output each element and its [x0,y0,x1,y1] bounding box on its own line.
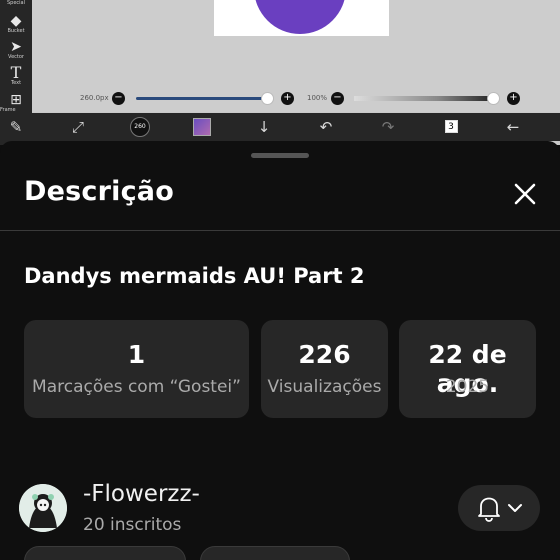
date-stat-card: 22 de ago. 2025 [399,320,536,418]
tool-vector-label: Vector [8,54,24,60]
brush-size-increase-button[interactable]: + [281,92,294,105]
redo-icon[interactable]: ↷ [378,117,398,137]
slider-bar: 260.0px − + 100% − + [32,88,560,110]
opacity-increase-button[interactable]: + [507,92,520,105]
brush-size-knob[interactable] [261,92,274,105]
drawing-canvas[interactable] [214,0,389,36]
opacity-label: 100% [307,94,328,102]
brush-preview-label: 260 [134,123,146,130]
tool-text[interactable]: T Text [0,63,32,87]
pen-icon[interactable]: ✎ [6,117,26,137]
frame-divider-icon: ⊞ [10,92,22,108]
divider [0,230,560,231]
video-title: Dandys mermaids AU! Part 2 [24,264,365,288]
drawing-app: Special ◆ Bucket ➤ Vector T Text ⊞ Frame… [0,0,560,145]
likes-stat-card: 1 Marcações com “Gostei” [24,320,249,418]
undo-icon[interactable]: ↶ [316,117,336,137]
tool-special-label: Special [6,0,25,6]
close-button[interactable] [510,179,540,209]
tool-special[interactable]: Special [0,0,32,6]
channel-action-pill-1[interactable] [24,546,186,560]
bell-icon [478,497,522,522]
layer-count: 3 [444,120,458,133]
description-sheet: Descrição Dandys mermaids AU! Part 2 1 M… [0,141,560,560]
views-count: 226 [298,340,351,369]
purple-artwork [254,0,346,34]
chevron-down-icon [508,504,522,512]
brush-size-decrease-button[interactable]: − [112,92,125,105]
channel-name[interactable]: -Flowerzz- [83,481,200,507]
views-stat-card: 226 Visualizações [261,320,388,418]
tool-text-label: Text [10,80,22,86]
text-tool-icon: T [10,63,22,82]
layers-icon[interactable]: 3 [441,117,461,137]
opacity-knob[interactable] [487,92,500,105]
vector-cursor-icon: ➤ [10,39,22,55]
channel-row[interactable]: -Flowerzz- 20 inscritos [0,479,560,539]
color-swatch-button[interactable] [193,118,211,136]
opacity-slider[interactable] [354,96,494,101]
save-down-arrow-icon[interactable]: ↓ [254,117,274,137]
subscriber-count: 20 inscritos [83,515,182,535]
drag-handle[interactable] [251,153,309,158]
likes-caption: Marcações com “Gostei” [32,377,241,397]
sheet-title: Descrição [24,176,174,207]
upload-year: 2025 [445,377,490,397]
bottom-toolbar: ✎ ⤢ 260 ↓ ↶ ↷ 3 ← [0,113,560,141]
avatar[interactable] [19,484,67,532]
brush-size-slider[interactable] [136,97,268,100]
notifications-button[interactable] [458,485,540,531]
transform-icon[interactable]: ⤢ [68,117,88,137]
brush-preview-button[interactable]: 260 [130,117,150,137]
back-arrow-icon[interactable]: ← [503,117,523,137]
avatar-character-icon [19,484,67,532]
tool-bucket-label: Bucket [7,28,25,34]
close-icon [514,183,536,205]
tool-vector[interactable]: ➤ Vector [0,40,32,60]
opacity-decrease-button[interactable]: − [331,92,344,105]
likes-count: 1 [127,340,146,369]
tool-bucket[interactable]: ◆ Bucket [0,14,32,34]
views-caption: Visualizações [267,377,382,397]
channel-action-pill-2[interactable] [200,546,350,560]
brush-size-label: 260.0px [80,94,109,102]
bucket-icon: ◆ [10,13,22,29]
